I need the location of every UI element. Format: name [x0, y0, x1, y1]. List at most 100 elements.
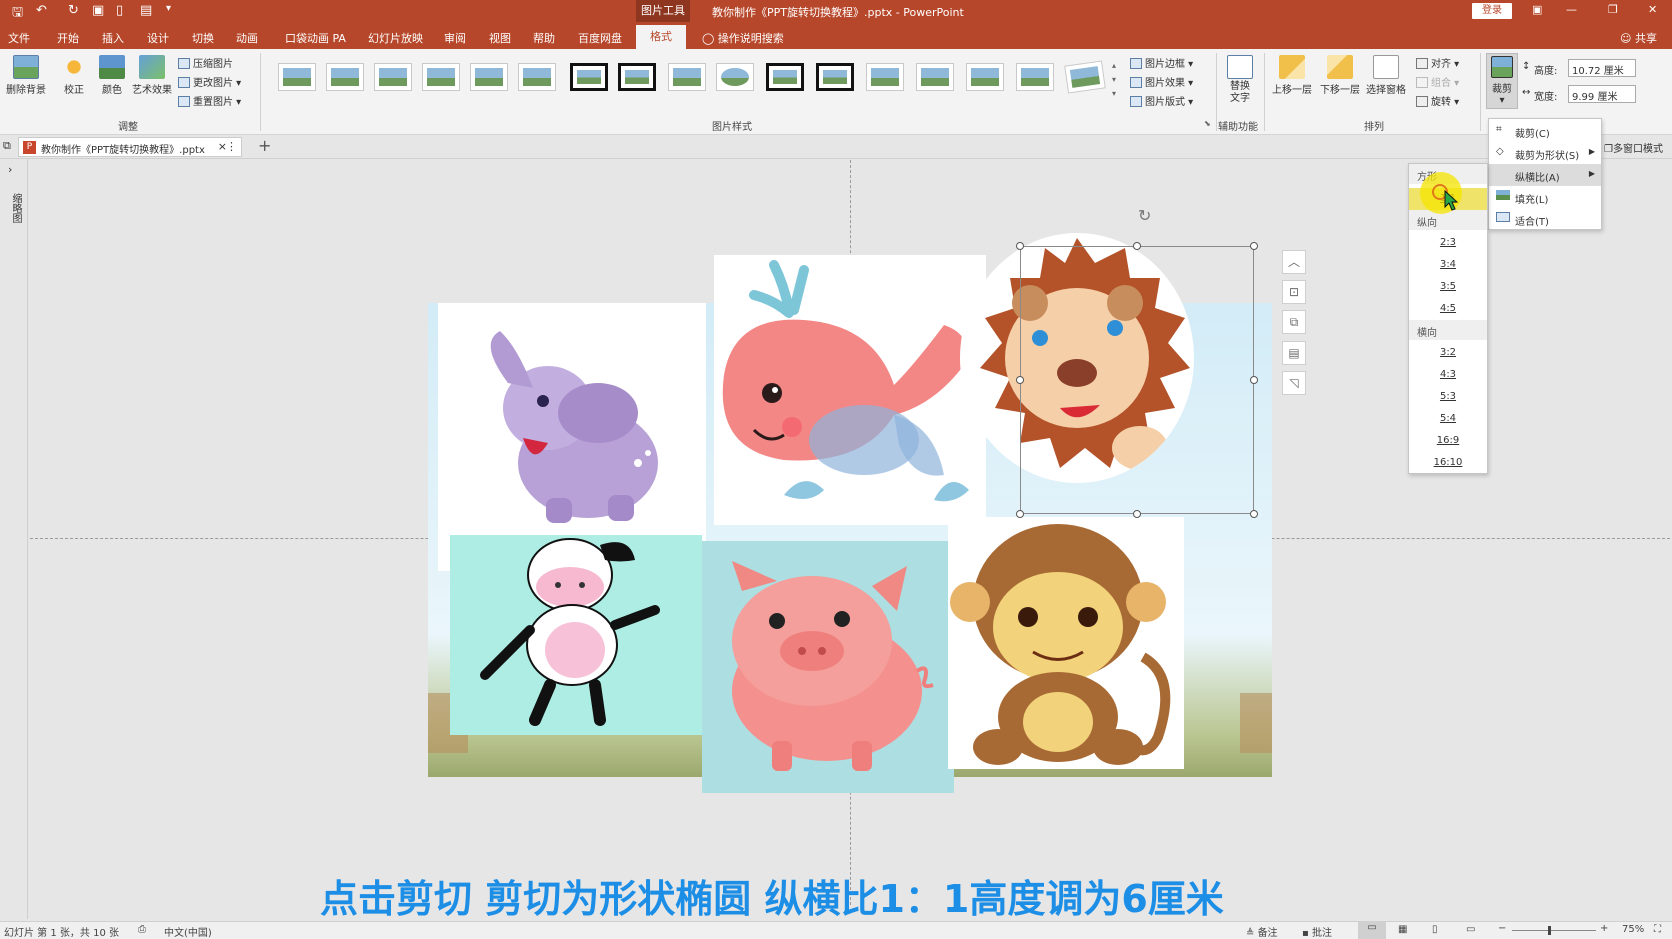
picture-style-15[interactable]	[966, 63, 1004, 91]
minimize-icon[interactable]: —	[1566, 3, 1577, 16]
normal-view-icon[interactable]: ▭	[1358, 922, 1386, 939]
ratio-portrait[interactable]: 3:5	[1409, 276, 1487, 298]
picture-style-7[interactable]	[570, 63, 608, 91]
change-picture-button[interactable]: 更改图片 ▾	[178, 74, 241, 89]
notes-button[interactable]: ≜ 备注	[1246, 924, 1278, 939]
tab-help[interactable]: 帮助	[533, 30, 555, 46]
zoom-in-icon[interactable]: +	[1600, 923, 1608, 934]
document-tab[interactable]: P 教你制作《PPT旋转切换教程》.pptx × ⋮	[18, 137, 242, 157]
group-button[interactable]: 组合 ▾	[1416, 74, 1459, 89]
picture-style-16[interactable]	[1016, 63, 1054, 91]
language-indicator[interactable]: 中文(中国)	[164, 924, 212, 939]
crop-to-shape-menu-item[interactable]: ◇ 裁剪为形状(S) ▶	[1489, 142, 1601, 164]
picture-style-11[interactable]	[766, 63, 804, 91]
redo-icon[interactable]: ↻	[68, 3, 79, 18]
format-pane-icon[interactable]: ◹	[1282, 371, 1306, 395]
ratio-landscape[interactable]: 16:10	[1409, 452, 1487, 474]
zoom-out-icon[interactable]: −	[1498, 923, 1506, 934]
aspect-ratio-menu-item[interactable]: 纵横比(A) ▶	[1489, 164, 1601, 186]
tab-list-icon[interactable]: ⧉	[3, 139, 11, 153]
picture-style-1[interactable]	[278, 63, 316, 91]
crop-menu-item[interactable]: ⌗ 裁剪(C)	[1489, 120, 1601, 142]
resize-handle[interactable]	[1133, 242, 1141, 250]
zoom-slider[interactable]	[1512, 930, 1596, 931]
tab-format[interactable]: 格式	[636, 25, 686, 49]
resize-handle[interactable]	[1250, 510, 1258, 518]
tab-home[interactable]: 开始	[57, 30, 79, 46]
arrange-icon[interactable]: ⧉	[1282, 310, 1306, 334]
close-icon[interactable]: ✕	[1648, 3, 1657, 16]
picture-style-5[interactable]	[470, 63, 508, 91]
thumbnail-pane-collapsed[interactable]: › 缩略图	[0, 159, 28, 919]
corrections-button[interactable]: 校正	[56, 55, 92, 96]
dialog-launcher-icon[interactable]: ⬊	[1204, 119, 1211, 128]
ratio-portrait[interactable]: 2:3	[1409, 232, 1487, 254]
customize-qat-icon[interactable]: ▾	[166, 3, 171, 14]
resize-handle[interactable]	[1016, 376, 1024, 384]
fit-to-window-icon[interactable]: ⛶	[1654, 924, 1661, 935]
tab-animations[interactable]: 动画	[236, 30, 258, 46]
start-from-beginning-icon[interactable]: ▣	[92, 3, 104, 18]
collapse-icon[interactable]: ︿	[1282, 250, 1306, 274]
spellcheck-icon[interactable]: ⎙	[138, 924, 146, 935]
reading-view-icon[interactable]: ▯	[1432, 924, 1438, 935]
pig-image[interactable]	[702, 541, 954, 793]
resize-handle[interactable]	[1250, 376, 1258, 384]
zoom-thumb[interactable]	[1548, 926, 1551, 935]
tab-review[interactable]: 审阅	[444, 30, 466, 46]
tab-file[interactable]: 文件	[8, 30, 30, 46]
slideshow-icon[interactable]: ▭	[1466, 924, 1475, 935]
tab-baidu-netdisk[interactable]: 百度网盘	[578, 30, 622, 46]
slide-sorter-icon[interactable]: ▦	[1398, 924, 1407, 935]
layout-options-icon[interactable]: ⊡	[1282, 280, 1306, 304]
login-button[interactable]: 登录	[1472, 3, 1512, 19]
gallery-scroll-icon[interactable]: ▴ ▾ ▾	[1112, 59, 1116, 101]
picture-layout-button[interactable]: 图片版式 ▾	[1130, 93, 1193, 108]
tab-more-icon[interactable]: ⋮	[226, 140, 237, 153]
send-backward-button[interactable]: 下移一层	[1318, 55, 1362, 96]
picture-style-13[interactable]	[866, 63, 904, 91]
multi-window-button[interactable]: ❐多窗口模式	[1604, 140, 1663, 155]
compress-pictures-button[interactable]: 压缩图片	[178, 55, 233, 70]
ratio-landscape[interactable]: 3:2	[1409, 342, 1487, 364]
ratio-portrait[interactable]: 3:4	[1409, 254, 1487, 276]
ratio-landscape[interactable]: 4:3	[1409, 364, 1487, 386]
ratio-landscape[interactable]: 16:9	[1409, 430, 1487, 452]
expand-pane-icon[interactable]: ›	[8, 163, 12, 176]
picture-style-6[interactable]	[518, 63, 556, 91]
share-button[interactable]: ☺ 共享	[1620, 30, 1657, 46]
crop-button[interactable]: 裁剪 ▾	[1486, 53, 1518, 109]
remove-background-button[interactable]: 删除背景	[4, 55, 48, 96]
cow-image[interactable]	[450, 535, 702, 735]
rotate-handle-icon[interactable]: ↻	[1138, 206, 1151, 225]
open-file-icon[interactable]: ▤	[140, 3, 152, 18]
width-input[interactable]: 9.99 厘米	[1568, 85, 1636, 103]
zoom-level[interactable]: 75%	[1622, 924, 1644, 935]
picture-style-17[interactable]	[1064, 60, 1106, 94]
comments-button[interactable]: ▪ 批注	[1302, 924, 1332, 939]
reset-picture-button[interactable]: 重置图片 ▾	[178, 93, 241, 108]
resize-handle[interactable]	[1016, 510, 1024, 518]
picture-style-4[interactable]	[422, 63, 460, 91]
tab-insert[interactable]: 插入	[102, 30, 124, 46]
resize-handle[interactable]	[1250, 242, 1258, 250]
design-ideas-icon[interactable]: ▤	[1282, 341, 1306, 365]
ratio-portrait[interactable]: 4:5	[1409, 298, 1487, 320]
fit-menu-item[interactable]: 适合(T)	[1489, 208, 1601, 230]
picture-style-10[interactable]	[716, 63, 754, 91]
undo-icon[interactable]: ↶	[36, 3, 47, 18]
alt-text-button[interactable]: 替换文字	[1222, 55, 1258, 105]
align-button[interactable]: 对齐 ▾	[1416, 55, 1459, 70]
bring-forward-button[interactable]: 上移一层	[1270, 55, 1314, 96]
ratio-landscape[interactable]: 5:3	[1409, 386, 1487, 408]
tab-design[interactable]: 设计	[147, 30, 169, 46]
picture-style-2[interactable]	[326, 63, 364, 91]
resize-handle[interactable]	[1016, 242, 1024, 250]
tell-me-search[interactable]: ◯ 操作说明搜索	[702, 30, 784, 46]
fill-menu-item[interactable]: 填充(L)	[1489, 186, 1601, 208]
new-tab-icon[interactable]: +	[258, 136, 271, 155]
picture-style-14[interactable]	[916, 63, 954, 91]
color-button[interactable]: 颜色	[94, 55, 130, 96]
picture-style-9[interactable]	[668, 63, 706, 91]
selection-pane-button[interactable]: 选择窗格	[1364, 55, 1408, 96]
